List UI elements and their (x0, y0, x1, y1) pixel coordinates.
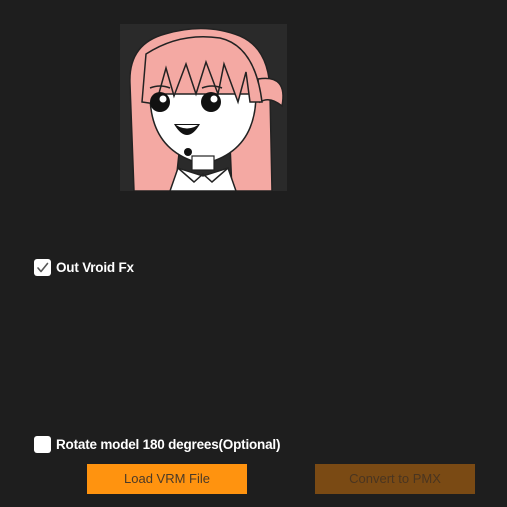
convert-to-pmx-button[interactable]: Convert to PMX (315, 464, 475, 494)
vrm-converter-window: Out Vroid Fx Rotate model 180 degrees(Op… (0, 0, 507, 507)
model-preview-thumbnail (120, 24, 287, 191)
rotate-model-label: Rotate model 180 degrees(Optional) (56, 437, 281, 452)
avatar-illustration (120, 24, 287, 191)
checkmark-icon (37, 262, 49, 273)
load-vrm-file-button[interactable]: Load VRM File (87, 464, 247, 494)
out-vroid-fx-label: Out Vroid Fx (56, 260, 134, 275)
out-vroid-fx-option[interactable]: Out Vroid Fx (34, 259, 134, 276)
rotate-model-checkbox[interactable] (34, 436, 51, 453)
out-vroid-fx-checkbox[interactable] (34, 259, 51, 276)
rotate-model-option[interactable]: Rotate model 180 degrees(Optional) (34, 436, 280, 453)
